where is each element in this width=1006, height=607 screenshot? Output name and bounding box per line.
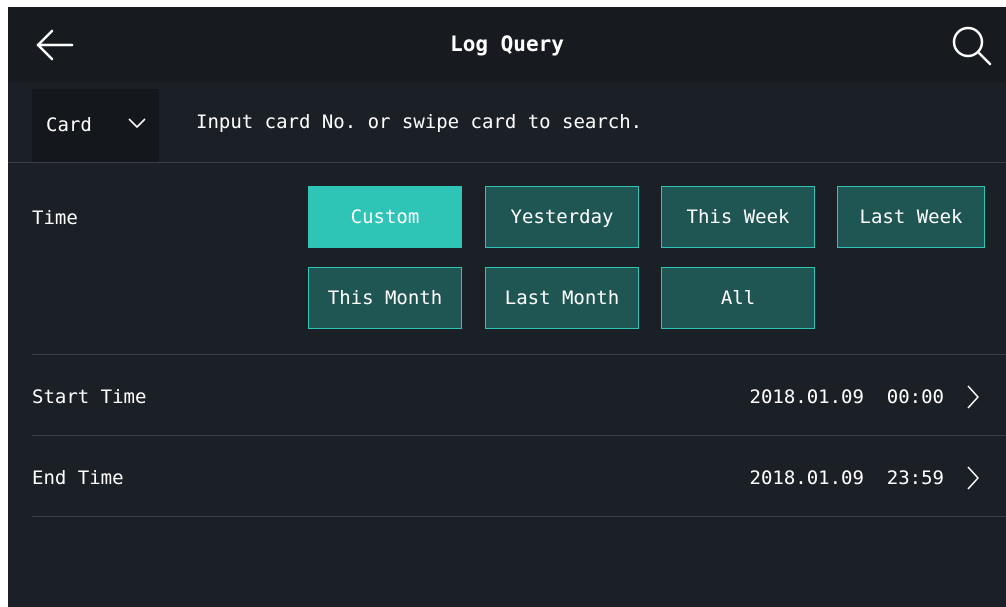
time-option-all[interactable]: All [661,267,815,329]
chevron-right-icon [967,466,979,490]
back-button[interactable] [32,23,76,67]
search-bar: Card [8,82,1006,163]
start-time-label: Start Time [32,386,147,408]
page-title: Log Query [450,32,564,56]
search-icon [952,26,992,66]
start-time-row[interactable]: Start Time 2018.01.09 00:00 [8,357,1006,437]
arrow-left-icon [36,29,74,61]
search-type-dropdown[interactable]: Card [32,89,159,162]
divider [32,435,1006,436]
search-type-label: Card [46,114,92,136]
end-time-value: 2018.01.09 23:59 [749,467,944,489]
chevron-down-icon [128,118,146,128]
search-input[interactable] [196,106,986,138]
header-bar: Log Query [8,7,1006,82]
start-time-value: 2018.01.09 00:00 [749,386,944,408]
search-button[interactable] [948,21,996,69]
time-option-this-week[interactable]: This Week [661,186,815,248]
chevron-right-icon [967,385,979,409]
end-time-row[interactable]: End Time 2018.01.09 23:59 [8,438,1006,518]
time-option-custom[interactable]: Custom [308,186,462,248]
time-option-last-month[interactable]: Last Month [485,267,639,329]
end-time-label: End Time [32,467,124,489]
log-query-screen: Log Query Card Time Custom Yesterday Thi… [8,7,1006,607]
time-option-yesterday[interactable]: Yesterday [485,186,639,248]
time-option-last-week[interactable]: Last Week [837,186,985,248]
time-option-this-month[interactable]: This Month [308,267,462,329]
divider [32,354,1006,355]
time-label: Time [32,207,78,229]
divider [32,516,1006,517]
